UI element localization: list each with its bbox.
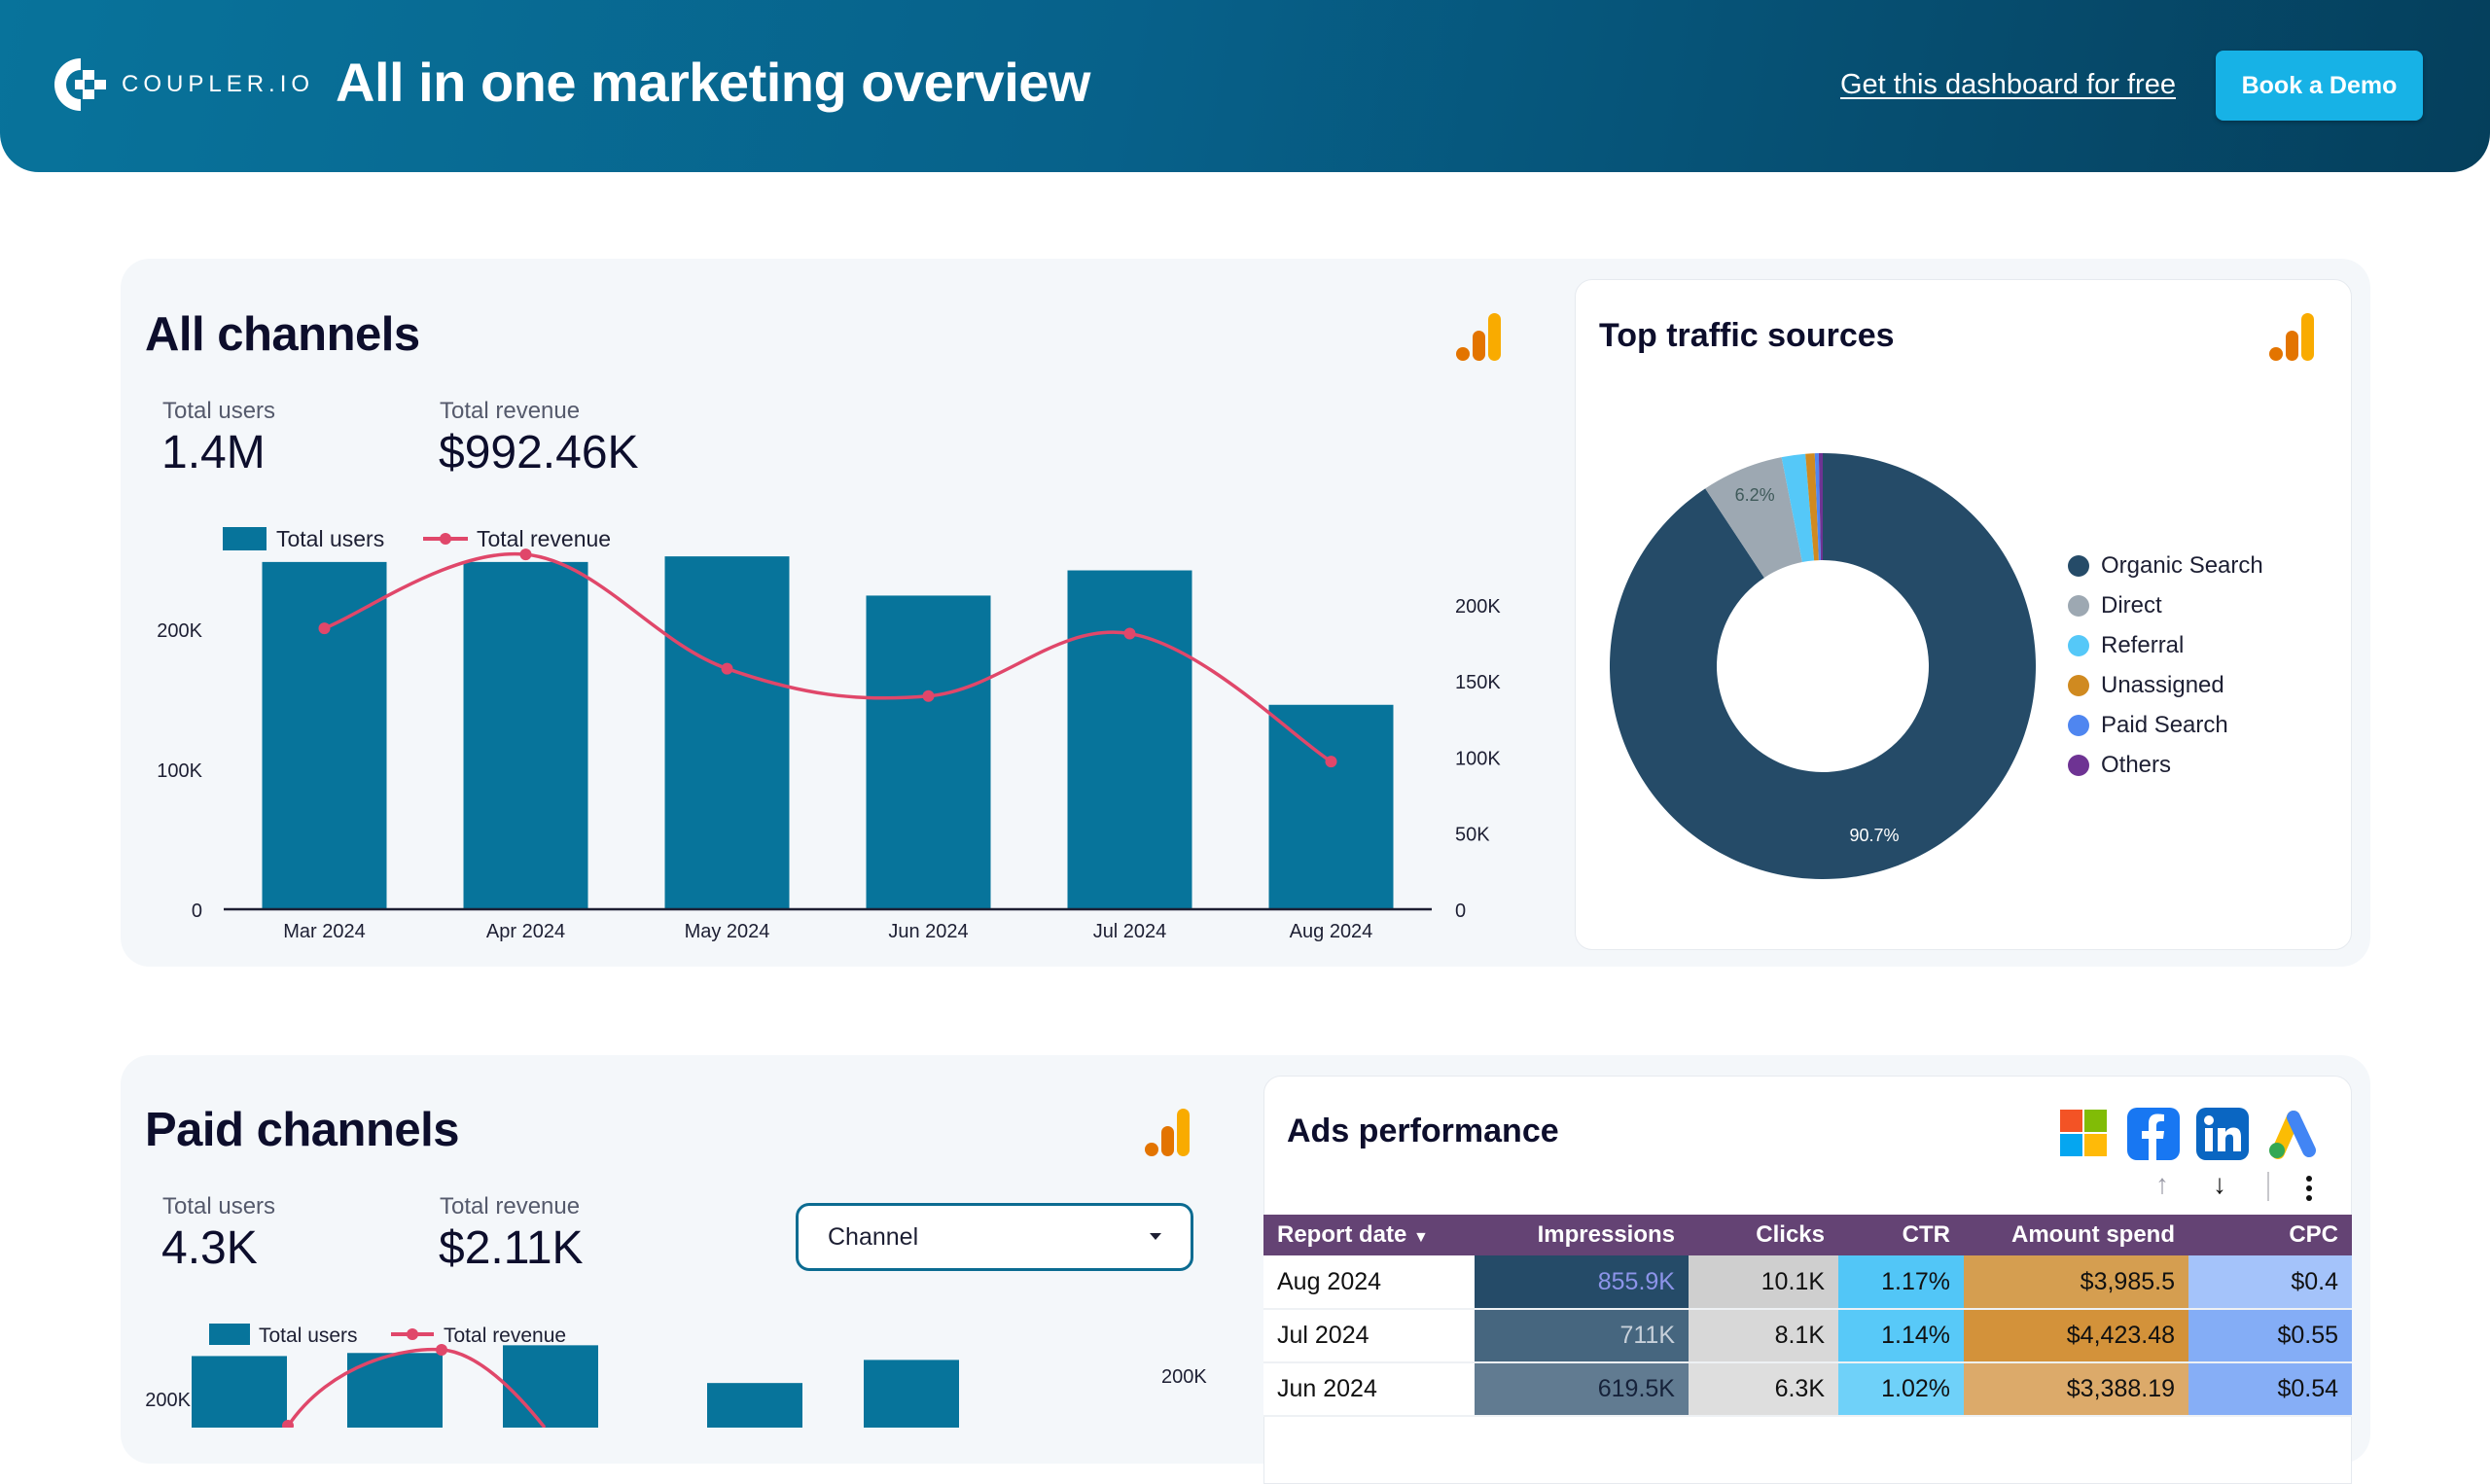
- cell-cpc: $0.55: [2188, 1309, 2352, 1363]
- toolbar-divider: [2267, 1172, 2269, 1201]
- legend-swatch-total-users: [209, 1324, 250, 1345]
- cell-spend: $3,985.5: [1964, 1255, 2188, 1310]
- ads-performance-table: Report date ▼ Impressions Clicks CTR Amo…: [1263, 1215, 2352, 1417]
- bar-total-users: [503, 1345, 598, 1428]
- cell-clicks: 6.3K: [1689, 1362, 1838, 1417]
- more-options-icon[interactable]: [2305, 1175, 2313, 1202]
- cell-impressions: 855.9K: [1475, 1255, 1689, 1310]
- legend-label-total-revenue: Total revenue: [444, 1325, 566, 1347]
- column-header-clicks[interactable]: Clicks: [1689, 1215, 1838, 1255]
- cell-date: Jul 2024: [1263, 1309, 1475, 1363]
- left-axis-tick-label: 200K: [145, 1390, 191, 1411]
- point-total-revenue: [436, 1344, 447, 1356]
- cell-cpc: $0.4: [2188, 1255, 2352, 1310]
- table-header-row: Report date ▼ Impressions Clicks CTR Amo…: [1263, 1215, 2352, 1255]
- microsoft-ads-icon: [2060, 1110, 2107, 1156]
- cell-clicks: 8.1K: [1689, 1309, 1838, 1363]
- table-row[interactable]: Aug 2024 855.9K 10.1K 1.17% $3,985.5 $0.4: [1263, 1255, 2352, 1310]
- table-row[interactable]: Jul 2024 711K 8.1K 1.14% $4,423.48 $0.55: [1263, 1309, 2352, 1363]
- bar-total-users: [707, 1383, 802, 1428]
- cell-ctr: 1.14%: [1838, 1309, 1964, 1363]
- bar-total-users: [864, 1360, 959, 1428]
- column-header-report-date[interactable]: Report date ▼: [1263, 1215, 1475, 1255]
- cell-date: Aug 2024: [1263, 1255, 1475, 1310]
- cell-impressions: 711K: [1475, 1309, 1689, 1363]
- facebook-icon: [2127, 1108, 2180, 1160]
- right-axis-tick-label: 200K: [1161, 1366, 1207, 1388]
- google-ads-icon: [2269, 1111, 2316, 1159]
- cell-ctr: 1.02%: [1838, 1362, 1964, 1417]
- column-header-impressions[interactable]: Impressions: [1475, 1215, 1689, 1255]
- column-header-amount-spend[interactable]: Amount spend: [1964, 1215, 2188, 1255]
- cell-clicks: 10.1K: [1689, 1255, 1838, 1310]
- ads-performance-title: Ads performance: [1287, 1113, 1559, 1149]
- column-header-ctr[interactable]: CTR: [1838, 1215, 1964, 1255]
- cell-cpc: $0.54: [2188, 1362, 2352, 1417]
- column-header-label: Report date: [1277, 1221, 1407, 1248]
- cell-spend: $3,388.19: [1964, 1362, 2188, 1417]
- column-header-cpc[interactable]: CPC: [2188, 1215, 2352, 1255]
- cell-impressions: 619.5K: [1475, 1362, 1689, 1417]
- cell-date: Jun 2024: [1263, 1362, 1475, 1417]
- sort-ascending-icon[interactable]: ↑: [2155, 1169, 2169, 1200]
- table-row[interactable]: Jun 2024 619.5K 6.3K 1.02% $3,388.19 $0.54: [1263, 1362, 2352, 1417]
- legend-marker-total-revenue: [407, 1328, 418, 1340]
- cell-spend: $4,423.48: [1964, 1309, 2188, 1363]
- legend-label-total-users: Total users: [259, 1325, 358, 1347]
- cell-ctr: 1.17%: [1838, 1255, 1964, 1310]
- sort-descending-icon[interactable]: ↓: [2213, 1169, 2226, 1200]
- bar-total-users: [192, 1356, 287, 1428]
- linkedin-icon: [2196, 1108, 2249, 1160]
- sort-caret-icon: ▼: [1413, 1229, 1429, 1246]
